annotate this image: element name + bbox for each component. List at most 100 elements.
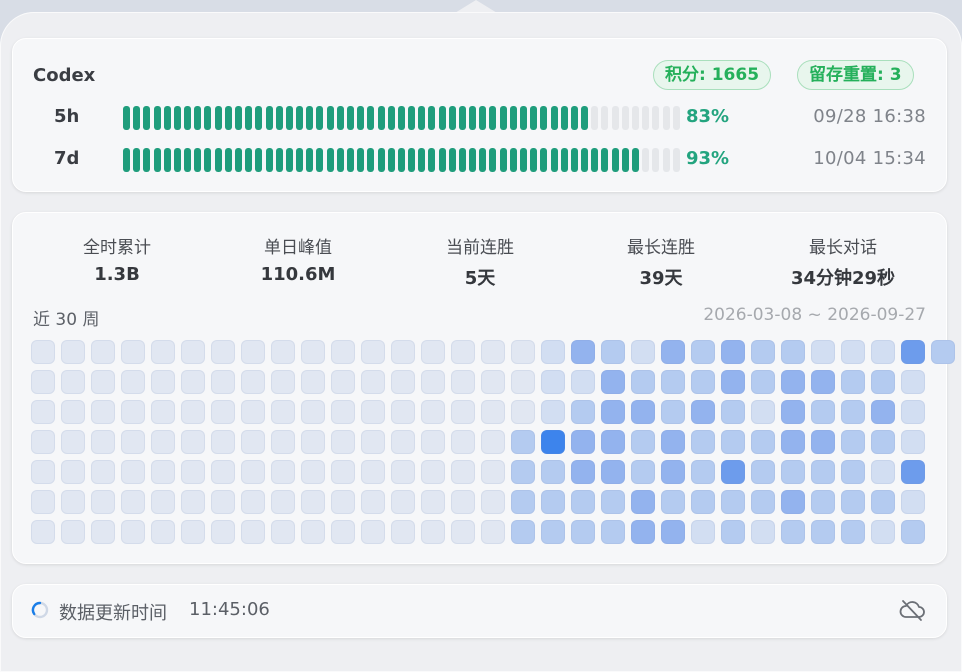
heatmap-cell[interactable]	[361, 430, 385, 454]
heatmap-cell[interactable]	[211, 460, 235, 484]
heatmap-cell[interactable]	[361, 460, 385, 484]
heatmap-cell[interactable]	[361, 520, 385, 544]
heatmap-cell[interactable]	[751, 460, 775, 484]
heatmap-cell[interactable]	[301, 460, 325, 484]
heatmap-cell[interactable]	[781, 520, 805, 544]
heatmap-cell[interactable]	[541, 400, 565, 424]
heatmap-cell[interactable]	[511, 520, 535, 544]
heatmap-cell[interactable]	[691, 370, 715, 394]
heatmap-cell[interactable]	[271, 340, 295, 364]
heatmap-cell[interactable]	[391, 490, 415, 514]
heatmap-cell[interactable]	[361, 400, 385, 424]
heatmap-cell[interactable]	[841, 430, 865, 454]
heatmap-cell[interactable]	[241, 430, 265, 454]
heatmap-cell[interactable]	[391, 460, 415, 484]
heatmap-cell[interactable]	[721, 490, 745, 514]
heatmap-cell[interactable]	[571, 490, 595, 514]
heatmap-cell[interactable]	[61, 520, 85, 544]
heatmap-cell[interactable]	[841, 490, 865, 514]
heatmap-cell[interactable]	[721, 430, 745, 454]
heatmap-cell[interactable]	[151, 340, 175, 364]
heatmap-cell[interactable]	[421, 400, 445, 424]
heatmap-cell[interactable]	[241, 400, 265, 424]
heatmap-cell[interactable]	[601, 370, 625, 394]
heatmap-cell[interactable]	[511, 490, 535, 514]
heatmap-cell[interactable]	[901, 340, 925, 364]
heatmap-cell[interactable]	[241, 340, 265, 364]
heatmap-cell[interactable]	[91, 370, 115, 394]
heatmap-cell[interactable]	[661, 430, 685, 454]
heatmap-cell[interactable]	[31, 520, 55, 544]
heatmap-cell[interactable]	[271, 370, 295, 394]
heatmap-cell[interactable]	[361, 490, 385, 514]
heatmap-cell[interactable]	[181, 490, 205, 514]
heatmap-cell[interactable]	[811, 460, 835, 484]
heatmap-cell[interactable]	[841, 520, 865, 544]
heatmap-cell[interactable]	[451, 460, 475, 484]
heatmap-cell[interactable]	[811, 370, 835, 394]
heatmap-cell[interactable]	[361, 370, 385, 394]
heatmap-cell[interactable]	[871, 340, 895, 364]
heatmap-cell[interactable]	[211, 490, 235, 514]
heatmap-cell[interactable]	[841, 370, 865, 394]
heatmap-cell[interactable]	[481, 460, 505, 484]
heatmap-cell[interactable]	[181, 370, 205, 394]
heatmap-cell[interactable]	[661, 400, 685, 424]
heatmap-cell[interactable]	[271, 520, 295, 544]
heatmap-cell[interactable]	[301, 400, 325, 424]
heatmap-cell[interactable]	[211, 430, 235, 454]
heatmap-cell[interactable]	[901, 400, 925, 424]
heatmap-cell[interactable]	[901, 490, 925, 514]
heatmap-cell[interactable]	[781, 430, 805, 454]
heatmap-cell[interactable]	[271, 490, 295, 514]
heatmap-cell[interactable]	[811, 340, 835, 364]
heatmap-cell[interactable]	[481, 520, 505, 544]
heatmap-cell[interactable]	[481, 370, 505, 394]
heatmap-cell[interactable]	[871, 490, 895, 514]
heatmap-cell[interactable]	[781, 340, 805, 364]
heatmap-cell[interactable]	[181, 460, 205, 484]
heatmap-cell[interactable]	[31, 340, 55, 364]
heatmap-cell[interactable]	[151, 400, 175, 424]
heatmap-cell[interactable]	[691, 340, 715, 364]
heatmap-cell[interactable]	[901, 520, 925, 544]
heatmap-cell[interactable]	[121, 400, 145, 424]
heatmap-cell[interactable]	[181, 400, 205, 424]
heatmap-cell[interactable]	[571, 340, 595, 364]
heatmap-cell[interactable]	[691, 490, 715, 514]
heatmap-cell[interactable]	[601, 400, 625, 424]
heatmap-cell[interactable]	[871, 370, 895, 394]
heatmap-cell[interactable]	[481, 430, 505, 454]
heatmap-cell[interactable]	[241, 460, 265, 484]
heatmap-cell[interactable]	[781, 400, 805, 424]
heatmap-cell[interactable]	[781, 490, 805, 514]
heatmap-cell[interactable]	[31, 490, 55, 514]
heatmap-cell[interactable]	[451, 430, 475, 454]
heatmap-cell[interactable]	[421, 520, 445, 544]
heatmap-cell[interactable]	[301, 340, 325, 364]
heatmap-cell[interactable]	[571, 400, 595, 424]
heatmap-cell[interactable]	[721, 460, 745, 484]
heatmap-cell[interactable]	[241, 370, 265, 394]
heatmap-cell[interactable]	[781, 460, 805, 484]
heatmap-cell[interactable]	[871, 460, 895, 484]
heatmap-cell[interactable]	[331, 370, 355, 394]
heatmap-cell[interactable]	[31, 370, 55, 394]
heatmap-cell[interactable]	[541, 460, 565, 484]
heatmap-cell[interactable]	[331, 430, 355, 454]
heatmap-cell[interactable]	[601, 460, 625, 484]
heatmap-cell[interactable]	[331, 520, 355, 544]
heatmap-cell[interactable]	[391, 430, 415, 454]
heatmap-cell[interactable]	[901, 370, 925, 394]
heatmap-cell[interactable]	[241, 520, 265, 544]
heatmap-cell[interactable]	[151, 490, 175, 514]
heatmap-cell[interactable]	[421, 340, 445, 364]
heatmap-cell[interactable]	[511, 370, 535, 394]
heatmap-cell[interactable]	[811, 430, 835, 454]
heatmap-cell[interactable]	[661, 520, 685, 544]
heatmap-cell[interactable]	[751, 430, 775, 454]
heatmap-cell[interactable]	[271, 400, 295, 424]
heatmap-cell[interactable]	[571, 520, 595, 544]
heatmap-cell[interactable]	[61, 400, 85, 424]
heatmap-cell[interactable]	[331, 490, 355, 514]
